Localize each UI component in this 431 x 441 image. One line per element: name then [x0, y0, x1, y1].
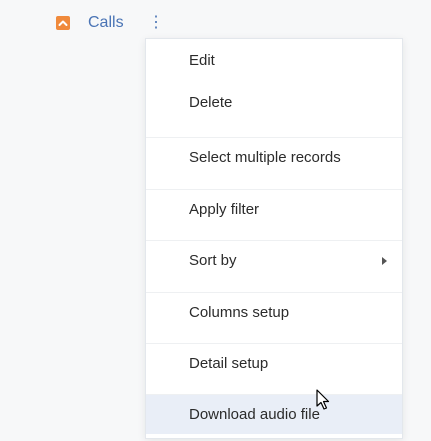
menu-item-select-multiple[interactable]: Select multiple records [146, 137, 402, 177]
menu-item-detail-setup[interactable]: Detail setup [146, 343, 402, 383]
collapse-chevron-icon[interactable] [56, 16, 70, 30]
menu-item-sort-by[interactable]: Sort by [146, 240, 402, 280]
more-options-icon[interactable]: ⋮ [148, 14, 164, 34]
menu-item-columns-setup[interactable]: Columns setup [146, 292, 402, 332]
menu-item-edit[interactable]: Edit [146, 41, 402, 81]
menu-item-sort-by-label: Sort by [189, 252, 237, 269]
submenu-arrow-icon [382, 257, 387, 265]
menu-item-apply-filter[interactable]: Apply filter [146, 189, 402, 229]
menu-item-download-audio[interactable]: Download audio file [146, 394, 402, 434]
mouse-cursor-icon [316, 389, 330, 416]
menu-item-delete[interactable]: Delete [146, 83, 402, 123]
section-title[interactable]: Calls [88, 14, 124, 32]
context-menu: Edit Delete Select multiple records Appl… [145, 38, 403, 439]
